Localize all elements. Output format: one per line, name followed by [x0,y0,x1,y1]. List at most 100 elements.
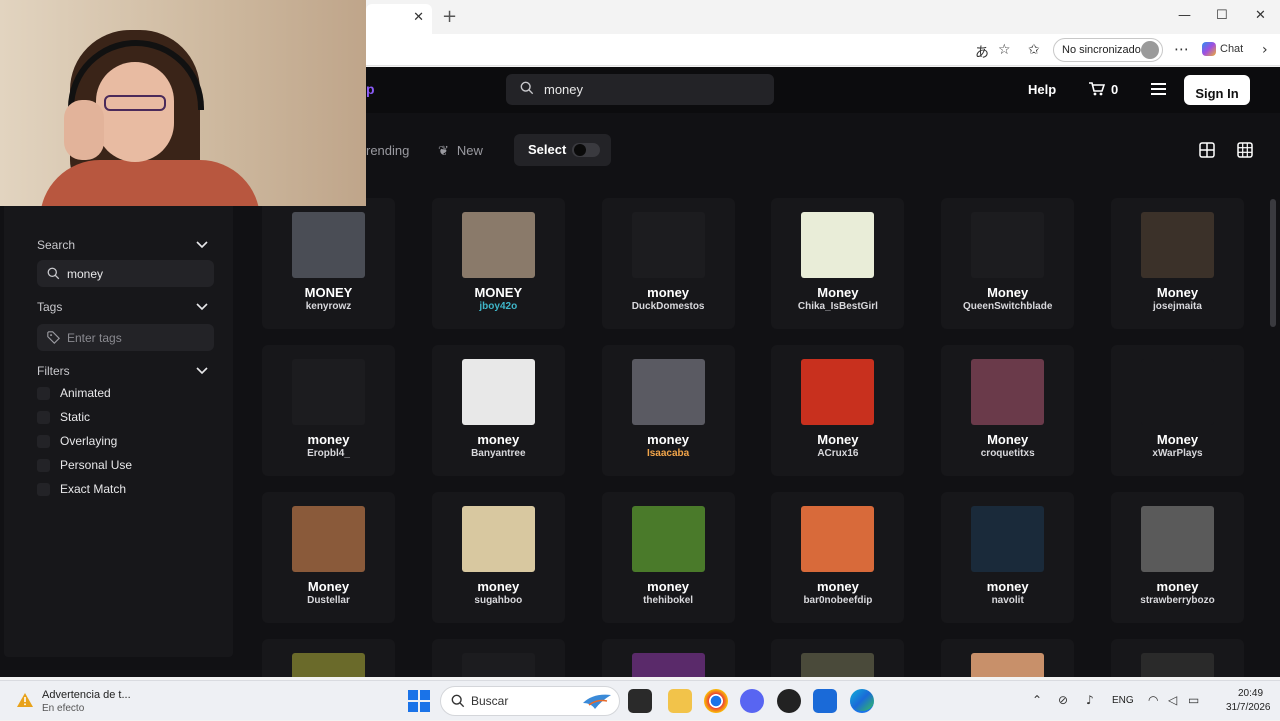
taskbar-search-box[interactable]: Buscar [440,686,620,716]
search-section-title[interactable]: Search [37,238,75,252]
emote-card[interactable]: Money josejmaita [1111,198,1244,329]
emote-thumbnail[interactable] [801,653,875,677]
emote-author[interactable]: Isaacaba [602,448,735,459]
task-view-icon[interactable] [628,689,652,713]
close-window-button[interactable]: ✕ [1255,8,1266,23]
volume-icon[interactable]: ◁ [1168,693,1177,707]
emote-card[interactable]: money DuckDomestos [601,198,735,329]
hamburger-menu-icon[interactable] [1151,83,1166,95]
checkbox[interactable] [37,411,50,424]
emote-thumbnail[interactable] [631,359,705,425]
grid-large-view-icon[interactable] [1198,141,1216,159]
store-icon[interactable] [813,689,837,713]
toggle-switch[interactable] [572,143,600,157]
tags-section-title[interactable]: Tags [37,300,62,314]
wifi-icon[interactable]: ◠ [1148,693,1158,707]
copilot-chat-button[interactable]: Chat [1202,42,1243,56]
emote-author[interactable]: DuckDomestos [602,301,735,312]
emote-thumbnail[interactable] [461,359,535,425]
favorites-list-icon[interactable]: ✩ [1028,42,1040,58]
chevron-up-icon[interactable]: ⌃ [1032,693,1042,707]
emote-card[interactable] [262,639,395,677]
emote-thumbnail[interactable] [801,359,875,425]
emote-card[interactable]: MONEY kenyrowz [262,198,395,329]
emote-author[interactable]: josejmaita [1111,301,1244,312]
emote-card[interactable]: money navolit [941,492,1075,623]
obs-icon[interactable] [777,689,801,713]
emote-card[interactable] [601,639,735,677]
emote-author[interactable]: Chika_IsBestGirl [771,301,904,312]
site-search-input[interactable]: money [506,74,774,105]
minimize-button[interactable]: — [1178,8,1191,23]
emote-card[interactable]: money Eropbl4_ [262,345,395,476]
emote-author[interactable]: thehibokel [602,595,735,606]
emote-card[interactable]: Money Chika_IsBestGirl [771,198,905,329]
emote-author[interactable]: xWarPlays [1111,448,1244,459]
chevron-down-icon[interactable] [196,241,208,249]
checkbox[interactable] [37,435,50,448]
sidebar-toggle-icon[interactable]: › [1262,42,1268,58]
chevron-down-icon[interactable] [196,303,208,311]
checkbox[interactable] [37,483,50,496]
emote-thumbnail[interactable] [1141,359,1214,425]
emote-author[interactable]: Eropbl4_ [262,448,395,459]
emote-author[interactable]: Dustellar [262,595,395,606]
emote-author[interactable]: ACrux16 [771,448,904,459]
emote-thumbnail[interactable] [1141,506,1214,572]
emote-author[interactable]: bar0nobeefdip [771,595,904,606]
more-menu-button[interactable]: ⋯ [1174,40,1189,58]
file-explorer-icon[interactable] [668,689,692,713]
maximize-button[interactable]: ☐ [1216,8,1228,23]
emote-card[interactable]: Money QueenSwitchblade [941,198,1075,329]
emote-card[interactable] [941,639,1075,677]
emote-thumbnail[interactable] [631,653,705,677]
browser-tab[interactable]: ✕ [366,4,432,34]
emote-thumbnail[interactable] [801,506,875,572]
emote-card[interactable]: money strawberrybozo [1111,492,1244,623]
emote-thumbnail[interactable] [292,212,365,278]
checkbox[interactable] [37,459,50,472]
emote-author[interactable]: Banyantree [432,448,565,459]
help-link[interactable]: Help [1028,82,1056,97]
battery-icon[interactable]: ▭ [1188,693,1199,707]
emote-author[interactable]: navolit [941,595,1074,606]
chrome-icon[interactable] [704,689,728,713]
emote-thumbnail[interactable] [971,506,1045,572]
emote-thumbnail[interactable] [631,506,705,572]
emote-author[interactable]: sugahboo [432,595,565,606]
sidebar-search-input[interactable]: money [37,260,214,287]
emote-thumbnail[interactable] [971,359,1045,425]
emote-card[interactable] [1111,639,1244,677]
emote-card[interactable]: MONEY jboy42o [431,198,565,329]
discord-icon[interactable] [740,689,764,713]
emote-card[interactable]: money Banyantree [431,345,565,476]
tab-trending[interactable]: rending [366,143,409,158]
site-logo[interactable]: p [366,81,375,97]
emote-card[interactable] [771,639,905,677]
filters-section-title[interactable]: Filters [37,364,70,378]
emote-author[interactable]: kenyrowz [262,301,395,312]
emote-card[interactable]: Money xWarPlays [1111,345,1244,476]
chevron-down-icon[interactable] [196,367,208,375]
clock-date[interactable]: 31/7/2026 [1226,702,1271,713]
emote-thumbnail[interactable] [1141,653,1214,677]
tab-close-icon[interactable]: ✕ [413,10,424,25]
checkbox[interactable] [37,387,50,400]
page-scrollbar[interactable] [1270,199,1276,327]
emote-card[interactable]: Money croquetitxs [941,345,1075,476]
favorite-star-icon[interactable]: ☆ [998,42,1011,58]
emote-author[interactable]: QueenSwitchblade [941,301,1074,312]
new-tab-button[interactable]: + [442,6,457,27]
microphone-icon[interactable]: ♪ [1086,693,1094,707]
emote-author[interactable]: croquetitxs [941,448,1074,459]
emote-card[interactable]: money Isaacaba [601,345,735,476]
network-off-icon[interactable]: ⊘ [1058,693,1068,707]
emote-thumbnail[interactable] [801,212,875,278]
emote-author[interactable]: strawberrybozo [1111,595,1244,606]
emote-thumbnail[interactable] [292,653,365,677]
language-indicator[interactable]: ENG [1112,695,1134,706]
cart-button[interactable]: 0 [1080,74,1130,105]
emote-card[interactable] [431,639,565,677]
translate-icon[interactable]: あ [975,42,989,62]
emote-card[interactable]: Money Dustellar [262,492,395,623]
